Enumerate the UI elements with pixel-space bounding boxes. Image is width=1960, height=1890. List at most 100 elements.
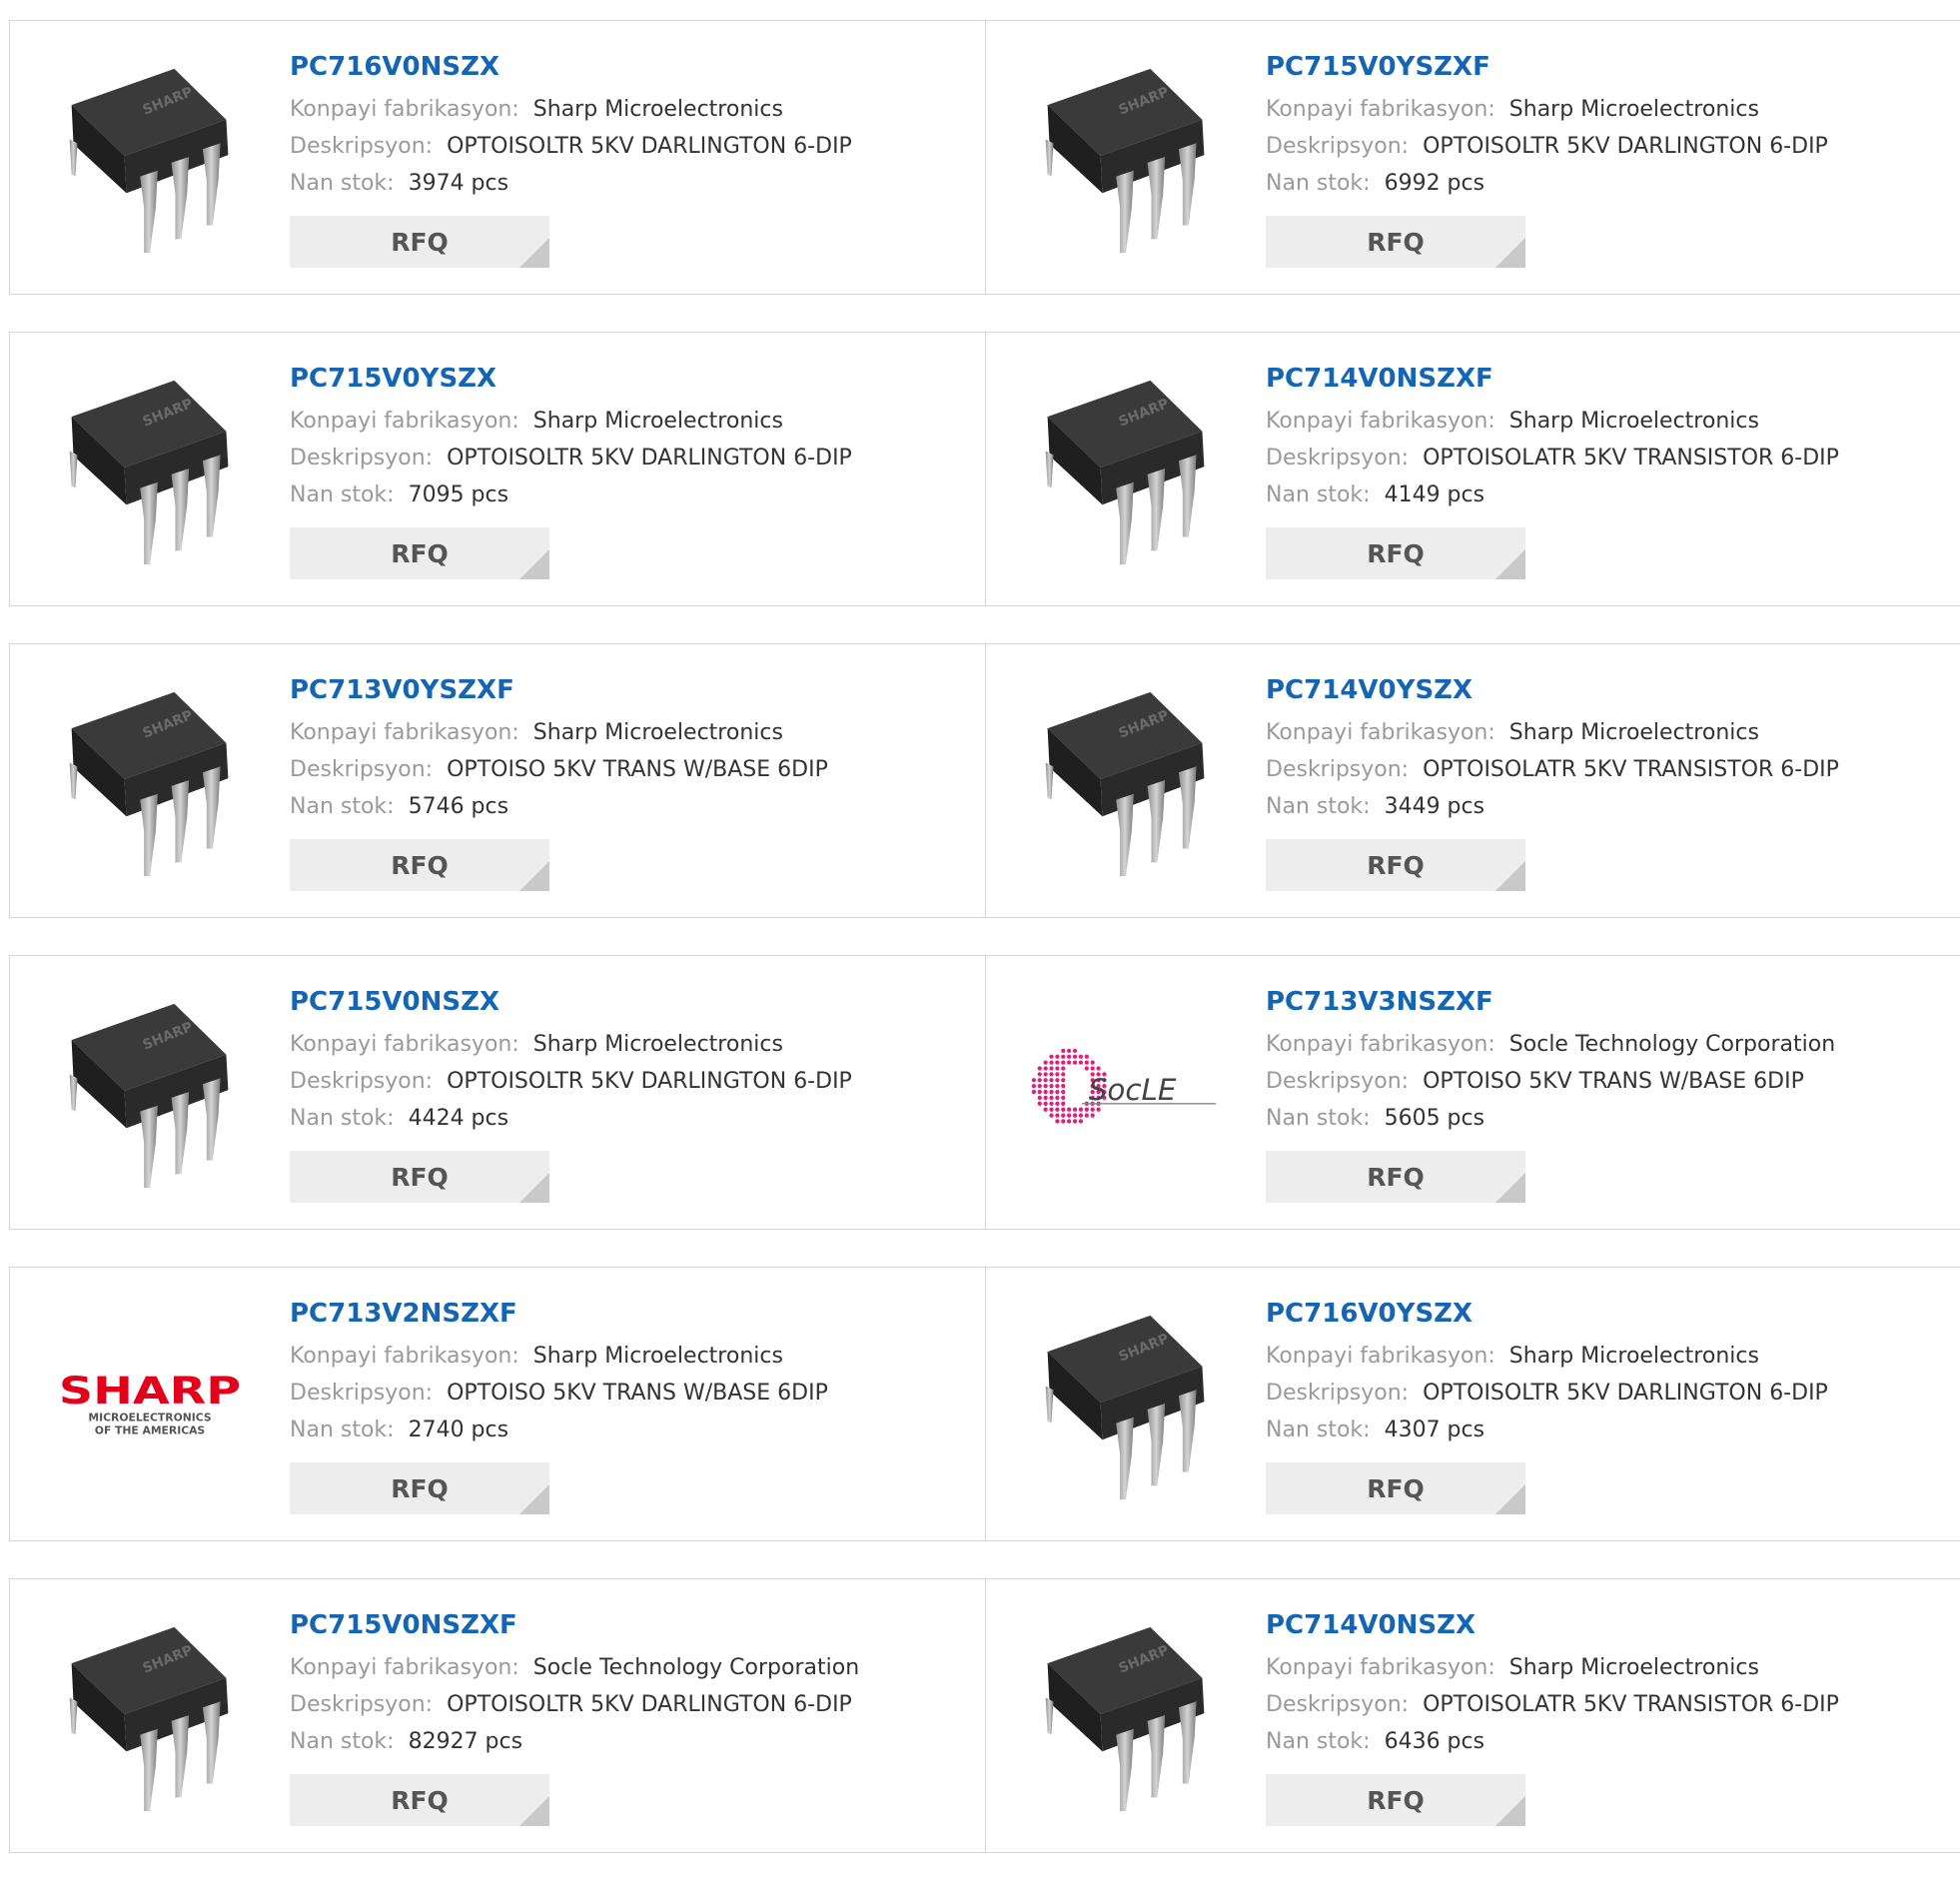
socle-wordmark: SocLE	[1089, 1073, 1177, 1107]
manufacturer-label: Konpayi fabrikasyon:	[1266, 97, 1495, 122]
part-number-link[interactable]: PC714V0YSZX	[1266, 674, 1950, 706]
description-value: OPTOISO 5KV TRANS W/BASE 6DIP	[1423, 1069, 1804, 1094]
dip-chip-icon: SHARP	[1045, 691, 1205, 877]
description-label: Deskripsyon:	[290, 446, 434, 471]
manufacturer-value: Sharp Microelectronics	[532, 97, 783, 122]
manufacturer-value: Sharp Microelectronics	[1508, 1655, 1759, 1680]
rfq-button-label: RFQ	[391, 227, 449, 257]
manufacturer-label: Konpayi fabrikasyon:	[1266, 1655, 1495, 1680]
part-number-link[interactable]: PC714V0NSZX	[1266, 1609, 1950, 1641]
part-number-link[interactable]: PC713V0YSZXF	[290, 674, 975, 706]
description-label: Deskripsyon:	[290, 1692, 434, 1717]
part-number-link[interactable]: PC713V2NSZXF	[290, 1298, 975, 1330]
description-value: OPTOISOLATR 5KV TRANSISTOR 6-DIP	[1423, 446, 1839, 471]
manufacturer-label: Konpayi fabrikasyon:	[290, 409, 519, 434]
product-row: SHARP PC713V0YSZXF Konpayi fabrikasyon: S…	[9, 643, 1960, 918]
manufacturer-label: Konpayi fabrikasyon:	[290, 97, 519, 122]
product-info: PC715V0YSZXF Konpayi fabrikasyon: Sharp M…	[1266, 51, 1950, 268]
description-label: Deskripsyon:	[1266, 446, 1410, 471]
stock-row: Nan stok: 6992 pcs	[1266, 165, 1950, 202]
rfq-button[interactable]: RFQ	[1266, 1151, 1525, 1203]
description-value: OPTOISOLTR 5KV DARLINGTON 6-DIP	[1423, 1381, 1828, 1406]
product-row: SHARP PC715V0NSZXF Konpayi fabrikasyon: S…	[9, 1578, 1960, 1853]
corner-triangle-icon	[519, 1173, 549, 1203]
product-card: SHARP PC715V0NSZXF Konpayi fabrikasyon: S…	[10, 1579, 985, 1852]
part-number-link[interactable]: PC716V0YSZX	[1266, 1298, 1950, 1330]
product-info: PC714V0NSZX Konpayi fabrikasyon: Sharp Mi…	[1266, 1609, 1950, 1826]
stock-row: Nan stok: 4424 pcs	[290, 1100, 975, 1137]
manufacturer-value: Sharp Microelectronics	[1508, 720, 1759, 745]
manufacturer-value: Sharp Microelectronics	[532, 1344, 783, 1369]
product-info: PC714V0NSZXF Konpayi fabrikasyon: Sharp M…	[1266, 363, 1950, 579]
part-number-link[interactable]: PC715V0NSZXF	[290, 1609, 975, 1641]
dip-chip-icon: SHARP	[69, 68, 229, 254]
manufacturer-value: Sharp Microelectronics	[1508, 97, 1759, 122]
product-image[interactable]: SHARP	[1026, 682, 1226, 882]
rfq-button[interactable]: RFQ	[1266, 1774, 1525, 1826]
description-value: OPTOISO 5KV TRANS W/BASE 6DIP	[447, 757, 828, 782]
product-info: PC715V0NSZX Konpayi fabrikasyon: Sharp Mi…	[290, 986, 975, 1203]
manufacturer-row: Konpayi fabrikasyon: Sharp Microelectroni…	[290, 1026, 975, 1063]
stock-row: Nan stok: 3974 pcs	[290, 165, 975, 202]
rfq-button[interactable]: RFQ	[1266, 527, 1525, 579]
product-image[interactable]: SHARP	[1026, 59, 1226, 259]
manufacturer-label: Konpayi fabrikasyon:	[290, 1655, 519, 1680]
rfq-button[interactable]: RFQ	[290, 1462, 549, 1514]
rfq-button[interactable]: RFQ	[290, 527, 549, 579]
rfq-button[interactable]: RFQ	[290, 1151, 549, 1203]
manufacturer-value: Sharp Microelectronics	[532, 409, 783, 434]
description-label: Deskripsyon:	[1266, 757, 1410, 782]
stock-label: Nan stok:	[290, 482, 395, 507]
rfq-button[interactable]: RFQ	[290, 839, 549, 891]
description-value: OPTOISOLATR 5KV TRANSISTOR 6-DIP	[1423, 1692, 1839, 1717]
product-image[interactable]: SHARP	[50, 371, 250, 570]
part-number-link[interactable]: PC715V0YSZXF	[1266, 51, 1950, 83]
product-info: PC713V2NSZXF Konpayi fabrikasyon: Sharp M…	[290, 1298, 975, 1514]
manufacturer-row: Konpayi fabrikasyon: Sharp Microelectroni…	[290, 714, 975, 751]
part-number-link[interactable]: PC716V0NSZX	[290, 51, 975, 83]
description-label: Deskripsyon:	[1266, 134, 1410, 159]
part-number-link[interactable]: PC715V0NSZX	[290, 986, 975, 1018]
description-row: Deskripsyon: OPTOISOLTR 5KV DARLINGTON 6-…	[1266, 128, 1950, 165]
manufacturer-label: Konpayi fabrikasyon:	[1266, 1344, 1495, 1369]
product-image[interactable]: SHARP	[50, 682, 250, 882]
rfq-button[interactable]: RFQ	[290, 216, 549, 268]
corner-triangle-icon	[1495, 238, 1525, 268]
stock-value: 5605 pcs	[1384, 1106, 1485, 1131]
product-info: PC716V0NSZX Konpayi fabrikasyon: Sharp Mi…	[290, 51, 975, 268]
rfq-button[interactable]: RFQ	[1266, 1462, 1525, 1514]
manufacturer-value: Sharp Microelectronics	[532, 720, 783, 745]
stock-row: Nan stok: 3449 pcs	[1266, 788, 1950, 825]
product-image[interactable]: SHARP	[50, 1617, 250, 1817]
part-number-link[interactable]: PC714V0NSZXF	[1266, 363, 1950, 395]
rfq-button-label: RFQ	[1367, 1162, 1425, 1192]
manufacturer-row: Konpayi fabrikasyon: Sharp Microelectroni…	[290, 91, 975, 128]
description-value: OPTOISOLTR 5KV DARLINGTON 6-DIP	[447, 1069, 852, 1094]
product-image[interactable]: SHARP	[50, 994, 250, 1194]
rfq-button[interactable]: RFQ	[1266, 839, 1525, 891]
description-value: OPTOISO 5KV TRANS W/BASE 6DIP	[447, 1381, 828, 1406]
part-number-link[interactable]: PC715V0YSZX	[290, 363, 975, 395]
product-image[interactable]: SHARP MICROELECTRONICS OF THE AMERICAS	[50, 1306, 250, 1505]
description-row: Deskripsyon: OPTOISOLTR 5KV DARLINGTON 6-…	[290, 1063, 975, 1100]
product-row: SHARP MICROELECTRONICS OF THE AMERICAS PC7…	[9, 1267, 1960, 1541]
description-label: Deskripsyon:	[1266, 1069, 1410, 1094]
product-card: SocLE PC713V3NSZXF Konpayi fabrikasyon: S…	[985, 956, 1960, 1229]
product-image[interactable]: SocLE	[1026, 994, 1226, 1194]
product-image[interactable]: SHARP	[50, 59, 250, 259]
rfq-button-label: RFQ	[391, 1785, 449, 1815]
rfq-button[interactable]: RFQ	[1266, 216, 1525, 268]
stock-label: Nan stok:	[1266, 1106, 1371, 1131]
description-row: Deskripsyon: OPTOISO 5KV TRANS W/BASE 6DI…	[290, 751, 975, 788]
rfq-button[interactable]: RFQ	[290, 1774, 549, 1826]
description-label: Deskripsyon:	[290, 1069, 434, 1094]
description-label: Deskripsyon:	[290, 757, 434, 782]
product-image[interactable]: SHARP	[1026, 1617, 1226, 1817]
description-row: Deskripsyon: OPTOISOLATR 5KV TRANSISTOR 6…	[1266, 1686, 1950, 1723]
stock-row: Nan stok: 7095 pcs	[290, 476, 975, 513]
stock-label: Nan stok:	[290, 1729, 395, 1754]
stock-row: Nan stok: 4307 pcs	[1266, 1412, 1950, 1448]
product-image[interactable]: SHARP	[1026, 371, 1226, 570]
product-image[interactable]: SHARP	[1026, 1306, 1226, 1505]
part-number-link[interactable]: PC713V3NSZXF	[1266, 986, 1950, 1018]
